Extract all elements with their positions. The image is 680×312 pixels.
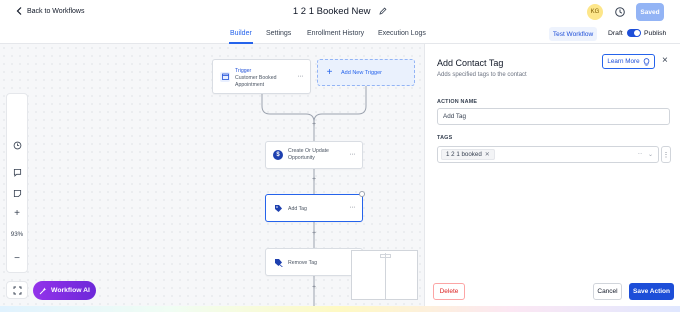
chevron-down-icon[interactable]: ⌄ xyxy=(648,151,653,158)
add-step-plus-icon[interactable]: + xyxy=(311,284,317,291)
calendar-icon xyxy=(220,71,230,82)
lightbulb-icon xyxy=(643,57,649,66)
tag-chip-label: 1 2 1 booked xyxy=(446,151,482,158)
fit-view-button[interactable] xyxy=(6,281,28,299)
edit-pencil-icon[interactable] xyxy=(379,7,387,16)
panel-subtitle: Adds specified tags to the contact xyxy=(437,72,527,78)
comment-icon xyxy=(13,168,21,177)
minimap-line xyxy=(385,253,386,299)
tag-remove-icon xyxy=(273,257,283,267)
action-name-input[interactable]: Add Tag xyxy=(437,108,670,125)
tags-label: TAGS xyxy=(437,135,453,141)
history-icon[interactable] xyxy=(614,6,626,18)
plus-icon: + xyxy=(326,66,333,78)
sticky-note-button[interactable] xyxy=(7,186,27,200)
draft-label: Draft xyxy=(608,30,623,37)
add-step-plus-icon[interactable]: + xyxy=(311,121,317,128)
trigger-node[interactable]: Trigger Customer Booked Appointment ··· xyxy=(212,59,311,94)
note-icon xyxy=(13,189,21,197)
learn-more-label: Learn More xyxy=(607,58,640,65)
reset-view-button[interactable] xyxy=(7,138,27,152)
save-action-button[interactable]: Save Action xyxy=(629,283,674,300)
avatar[interactable]: KG xyxy=(587,4,603,20)
zoom-out-button[interactable]: − xyxy=(7,251,27,265)
workflow-title: 1 2 1 Booked New xyxy=(0,6,680,17)
minus-icon: − xyxy=(14,252,20,264)
tags-dots-icon: ··· xyxy=(637,151,643,157)
tabs-bar: Builder Settings Enrollment History Exec… xyxy=(0,24,680,44)
workflow-name: 1 2 1 Booked New xyxy=(292,6,371,17)
node-menu-icon[interactable]: ··· xyxy=(350,151,356,158)
zoom-level: 93% xyxy=(10,231,24,238)
add-step-plus-icon[interactable]: + xyxy=(311,230,317,237)
kebab-icon: ⋮ xyxy=(662,151,670,159)
plus-icon: + xyxy=(14,207,20,219)
node-label: Add Tag xyxy=(288,206,307,212)
chevron-left-icon xyxy=(16,7,22,15)
canvas-toolbar: + 93% − xyxy=(6,93,28,273)
back-label: Back to Workflows xyxy=(27,7,85,15)
comment-button[interactable] xyxy=(7,165,27,179)
tab-enrollment-history[interactable]: Enrollment History xyxy=(307,30,364,37)
workflow-ai-button[interactable]: Workflow AI xyxy=(33,281,96,300)
remove-tag-icon[interactable]: ✕ xyxy=(485,151,490,158)
action-node-add-tag[interactable]: Add Tag ··· xyxy=(265,194,363,222)
tab-execution-logs[interactable]: Execution Logs xyxy=(378,30,426,37)
dollar-icon: $ xyxy=(273,150,283,160)
learn-more-button[interactable]: Learn More xyxy=(602,54,655,69)
trigger-title: Trigger xyxy=(235,68,252,74)
delete-button[interactable]: Delete xyxy=(433,283,465,300)
action-settings-panel: Add Contact Tag Adds specified tags to t… xyxy=(424,44,680,306)
tab-builder[interactable]: Builder xyxy=(229,30,253,44)
node-menu-icon[interactable]: ··· xyxy=(298,73,304,80)
workflow-ai-label: Workflow AI xyxy=(51,287,90,294)
add-trigger-label: Add New Trigger xyxy=(341,69,382,76)
action-node-create-opportunity[interactable]: $ Create Or Update Opportunity ··· xyxy=(265,141,363,169)
minimap[interactable] xyxy=(351,250,418,300)
test-workflow-button[interactable]: Test Workflow xyxy=(549,27,597,41)
action-name-label: ACTION NAME xyxy=(437,99,478,105)
node-label: Remove Tag xyxy=(288,260,318,266)
add-step-plus-icon[interactable]: + xyxy=(311,176,317,183)
saved-button[interactable]: Saved xyxy=(636,3,664,21)
publish-label: Publish xyxy=(644,30,667,37)
node-handle[interactable] xyxy=(359,191,365,197)
tab-settings[interactable]: Settings xyxy=(266,30,291,37)
back-to-workflows-link[interactable]: Back to Workflows xyxy=(16,7,84,15)
trigger-subtitle: Customer Booked Appointment xyxy=(235,75,277,88)
minimap-node xyxy=(380,254,391,258)
tag-chip: 1 2 1 booked ✕ xyxy=(441,149,495,160)
panel-title: Add Contact Tag xyxy=(437,58,504,68)
tags-more-menu[interactable]: ⋮ xyxy=(661,146,671,163)
add-new-trigger-button[interactable]: + Add New Trigger xyxy=(317,59,415,86)
wand-icon xyxy=(39,287,47,294)
close-icon[interactable]: × xyxy=(662,56,668,66)
node-menu-icon[interactable]: ··· xyxy=(350,204,356,211)
action-node-remove-tag[interactable]: Remove Tag xyxy=(265,248,363,276)
clock-icon xyxy=(13,141,21,149)
tags-select[interactable]: 1 2 1 booked ✕ ··· ⌄ xyxy=(437,146,659,163)
node-label: Create Or Update Opportunity xyxy=(288,148,329,161)
publish-toggle[interactable] xyxy=(627,29,641,37)
bottom-strip xyxy=(0,306,680,312)
expand-icon xyxy=(13,286,21,294)
tag-icon xyxy=(273,203,283,213)
zoom-in-button[interactable]: + xyxy=(7,206,27,220)
workflow-canvas[interactable]: + + + + Trigger Customer Booked Appointm… xyxy=(0,44,424,306)
cancel-button[interactable]: Cancel xyxy=(593,283,622,300)
top-bar: Back to Workflows 1 2 1 Booked New KG Sa… xyxy=(0,0,680,24)
